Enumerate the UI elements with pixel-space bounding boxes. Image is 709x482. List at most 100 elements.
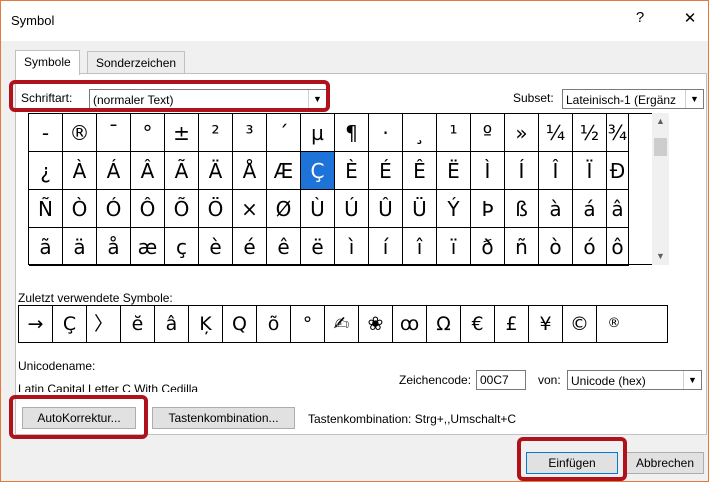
symbol-cell[interactable]: Ø bbox=[267, 190, 301, 228]
symbol-cell[interactable]: ç bbox=[165, 228, 199, 266]
char-code-input[interactable]: 00C7 bbox=[476, 370, 526, 390]
subset-select[interactable]: Lateinisch-1 (Ergänz ▼ bbox=[562, 89, 704, 109]
symbol-cell[interactable]: ® bbox=[63, 114, 97, 152]
recent-symbol-cell[interactable]: € bbox=[461, 306, 495, 342]
chevron-down-icon[interactable]: ▼ bbox=[685, 90, 703, 108]
recent-symbol-cell[interactable]: Ç bbox=[53, 306, 87, 342]
recent-symbol-cell[interactable]: £ bbox=[495, 306, 529, 342]
symbol-cell[interactable]: ½ bbox=[573, 114, 607, 152]
symbol-cell[interactable]: À bbox=[63, 152, 97, 190]
symbol-cell[interactable]: î bbox=[403, 228, 437, 266]
insert-button[interactable]: Einfügen bbox=[526, 452, 618, 474]
symbol-cell[interactable]: Ó bbox=[97, 190, 131, 228]
symbol-cell[interactable]: Ü bbox=[403, 190, 437, 228]
symbol-cell[interactable]: É bbox=[369, 152, 403, 190]
symbol-cell[interactable]: à bbox=[539, 190, 573, 228]
recent-symbol-cell[interactable]: ® bbox=[597, 306, 631, 342]
symbol-cell[interactable]: ¯ bbox=[97, 114, 131, 152]
symbol-cell[interactable]: æ bbox=[131, 228, 165, 266]
symbol-cell[interactable]: ¶ bbox=[335, 114, 369, 152]
symbol-cell[interactable]: ° bbox=[131, 114, 165, 152]
symbol-cell[interactable]: Ý bbox=[437, 190, 471, 228]
symbol-cell[interactable]: í bbox=[369, 228, 403, 266]
symbol-cell[interactable]: Û bbox=[369, 190, 403, 228]
symbol-cell[interactable]: Â bbox=[131, 152, 165, 190]
recent-symbol-cell[interactable]: Ω bbox=[427, 306, 461, 342]
symbol-cell[interactable]: Î bbox=[539, 152, 573, 190]
symbol-cell[interactable]: Ð bbox=[607, 152, 629, 190]
chevron-down-icon[interactable]: ▼ bbox=[308, 90, 326, 108]
symbol-cell[interactable]: Ò bbox=[63, 190, 97, 228]
recent-symbol-cell[interactable]: ° bbox=[291, 306, 325, 342]
symbol-cell[interactable]: º bbox=[471, 114, 505, 152]
symbol-cell[interactable]: ë bbox=[301, 228, 335, 266]
symbol-cell[interactable]: ð bbox=[471, 228, 505, 266]
symbol-cell[interactable]: ó bbox=[573, 228, 607, 266]
symbol-cell[interactable]: Ú bbox=[335, 190, 369, 228]
symbol-cell[interactable]: ò bbox=[539, 228, 573, 266]
symbol-cell[interactable]: × bbox=[233, 190, 267, 228]
recent-symbol-cell[interactable]: õ bbox=[257, 306, 291, 342]
close-button[interactable]: ✕ bbox=[678, 9, 702, 27]
symbol-cell[interactable]: á bbox=[573, 190, 607, 228]
recent-symbol-cell[interactable]: 〉 bbox=[87, 306, 121, 342]
symbol-cell[interactable]: è bbox=[199, 228, 233, 266]
symbol-cell[interactable]: ì bbox=[335, 228, 369, 266]
font-select[interactable]: (normaler Text) ▼ bbox=[89, 89, 327, 109]
cancel-button[interactable]: Abbrechen bbox=[626, 452, 704, 474]
symbol-cell[interactable]: Ä bbox=[199, 152, 233, 190]
symbol-cell[interactable]: Æ bbox=[267, 152, 301, 190]
symbol-cell[interactable]: ß bbox=[505, 190, 539, 228]
recent-symbol-cell[interactable]: ¥ bbox=[529, 306, 563, 342]
symbol-cell[interactable]: Á bbox=[97, 152, 131, 190]
symbol-cell[interactable]: È bbox=[335, 152, 369, 190]
from-select[interactable]: Unicode (hex) ▼ bbox=[567, 370, 702, 390]
recent-symbol-cell[interactable]: ❀ bbox=[359, 306, 393, 342]
autocorrect-button[interactable]: AutoKorrektur... bbox=[22, 407, 136, 429]
symbol-cell[interactable]: · bbox=[369, 114, 403, 152]
symbol-cell[interactable]: é bbox=[233, 228, 267, 266]
shortcut-key-button[interactable]: Tastenkombination... bbox=[152, 407, 295, 429]
symbol-cell[interactable]: Å bbox=[233, 152, 267, 190]
symbol-cell[interactable]: » bbox=[505, 114, 539, 152]
symbol-cell[interactable]: ¾ bbox=[607, 114, 629, 152]
symbol-cell[interactable]: ¼ bbox=[539, 114, 573, 152]
help-button[interactable]: ? bbox=[628, 9, 652, 26]
symbol-cell[interactable]: Þ bbox=[471, 190, 505, 228]
tab-sonderzeichen[interactable]: Sonderzeichen bbox=[87, 51, 186, 74]
symbol-cell[interactable]: Ç bbox=[301, 152, 335, 190]
scroll-up-icon[interactable]: ▲ bbox=[652, 113, 669, 130]
recent-symbol-cell[interactable]: Q bbox=[223, 306, 257, 342]
symbol-cell[interactable]: ô bbox=[607, 228, 629, 266]
symbol-cell[interactable]: ï bbox=[437, 228, 471, 266]
symbol-cell[interactable]: Ï bbox=[573, 152, 607, 190]
symbol-cell[interactable]: â bbox=[607, 190, 629, 228]
recent-symbol-cell[interactable]: © bbox=[563, 306, 597, 342]
symbol-cell[interactable]: ¹ bbox=[437, 114, 471, 152]
symbol-cell[interactable]: Ã bbox=[165, 152, 199, 190]
recent-symbol-cell[interactable]: ꝏ bbox=[393, 306, 427, 342]
symbol-cell[interactable]: ä bbox=[63, 228, 97, 266]
symbol-cell[interactable]: Ñ bbox=[29, 190, 63, 228]
symbol-cell[interactable]: µ bbox=[301, 114, 335, 152]
symbol-cell[interactable]: Ö bbox=[199, 190, 233, 228]
recent-symbol-cell[interactable]: Ķ bbox=[189, 306, 223, 342]
symbol-cell[interactable]: Ë bbox=[437, 152, 471, 190]
recent-symbol-cell[interactable]: ✍ bbox=[325, 306, 359, 342]
symbol-cell[interactable]: å bbox=[97, 228, 131, 266]
symbol-cell[interactable]: Ù bbox=[301, 190, 335, 228]
recent-symbol-cell[interactable]: â bbox=[155, 306, 189, 342]
symbol-cell[interactable]: ñ bbox=[505, 228, 539, 266]
symbol-cell[interactable]: ± bbox=[165, 114, 199, 152]
chevron-down-icon[interactable]: ▼ bbox=[683, 371, 701, 389]
symbol-cell[interactable]: - bbox=[29, 114, 63, 152]
symbol-cell[interactable]: ´ bbox=[267, 114, 301, 152]
symbol-cell[interactable]: ¸ bbox=[403, 114, 437, 152]
symbol-cell[interactable]: Ô bbox=[131, 190, 165, 228]
symbol-cell[interactable]: Í bbox=[505, 152, 539, 190]
symbol-cell[interactable]: ã bbox=[29, 228, 63, 266]
symbol-cell[interactable]: ¿ bbox=[29, 152, 63, 190]
symbol-cell[interactable]: ² bbox=[199, 114, 233, 152]
symbol-cell[interactable]: ê bbox=[267, 228, 301, 266]
symbol-cell[interactable]: Ê bbox=[403, 152, 437, 190]
